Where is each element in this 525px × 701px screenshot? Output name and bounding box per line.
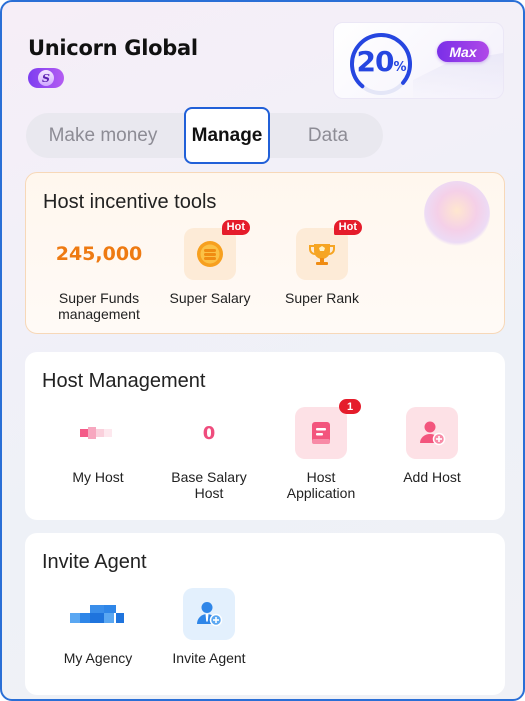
- add-host-item[interactable]: Add Host: [377, 407, 487, 485]
- incentive-title: Host incentive tools: [43, 191, 217, 213]
- invite-agent-item[interactable]: Invite Agent: [154, 588, 264, 666]
- hot-badge: Hot: [333, 220, 362, 235]
- base-salary-value: 0: [202, 422, 216, 444]
- blurred-avatar-icon: [43, 407, 153, 459]
- decorative-orb-icon: [424, 181, 490, 247]
- base-salary-label: Base Salary Host: [171, 469, 247, 501]
- host-application-item[interactable]: 1 Host Application: [266, 399, 376, 501]
- host-application-label: Host Application: [286, 469, 356, 501]
- hot-badge: Hot: [221, 220, 250, 235]
- max-pill: Max: [437, 41, 489, 62]
- super-salary-label: Super Salary: [169, 290, 251, 306]
- super-rank-item[interactable]: Hot Super Rank: [267, 220, 377, 306]
- trophy-icon: Hot: [296, 220, 362, 280]
- super-salary-item[interactable]: Hot Super Salary: [155, 220, 265, 306]
- my-agency-label: My Agency: [63, 650, 133, 666]
- level-percent: 20%: [346, 45, 416, 78]
- badge-letter: S: [38, 70, 54, 86]
- host-management-title: Host Management: [42, 370, 206, 392]
- level-percent-value: 20: [356, 45, 395, 78]
- my-host-label: My Host: [72, 469, 124, 485]
- my-host-item[interactable]: My Host: [43, 407, 153, 485]
- agent-add-icon: [183, 588, 235, 640]
- my-agency-item[interactable]: My Agency: [43, 588, 153, 666]
- super-rank-label: Super Rank: [285, 290, 359, 306]
- tab-manage[interactable]: Manage: [184, 107, 270, 164]
- level-card[interactable]: 20% Max: [333, 22, 504, 99]
- tab-data[interactable]: Data: [288, 113, 368, 158]
- tab-make-money[interactable]: Make money: [42, 113, 164, 158]
- application-count-badge: 1: [339, 399, 361, 414]
- add-host-label: Add Host: [403, 469, 461, 485]
- invite-agent-card: Invite Agent My Agency Invite Agent: [25, 533, 505, 695]
- agency-blocks-icon: [43, 588, 153, 640]
- base-salary-host-item[interactable]: 0 Base Salary Host: [154, 407, 264, 502]
- level-badge[interactable]: S: [28, 68, 64, 88]
- host-management-card: Host Management My Host 0 Base Salary Ho…: [25, 352, 505, 520]
- app-frame: Unicorn Global S 20% Max Make money Data…: [0, 0, 525, 701]
- invite-agent-title: Invite Agent: [42, 551, 147, 573]
- super-funds-item[interactable]: 245,000 Super Funds management: [44, 228, 154, 322]
- level-percent-unit: %: [393, 60, 406, 75]
- add-person-icon: [406, 407, 458, 459]
- invite-agent-label: Invite Agent: [172, 650, 246, 666]
- coin-stack-icon: Hot: [184, 220, 250, 280]
- tab-bar: Make money Data Manage: [26, 107, 383, 164]
- incentive-card: Host incentive tools 245,000 Super Funds…: [25, 172, 505, 334]
- org-name: Unicorn Global: [28, 36, 198, 60]
- header: Unicorn Global S 20% Max: [2, 2, 523, 112]
- super-funds-value: 245,000: [55, 243, 143, 265]
- super-funds-label: Super Funds management: [58, 290, 140, 322]
- application-form-icon: 1: [295, 399, 361, 459]
